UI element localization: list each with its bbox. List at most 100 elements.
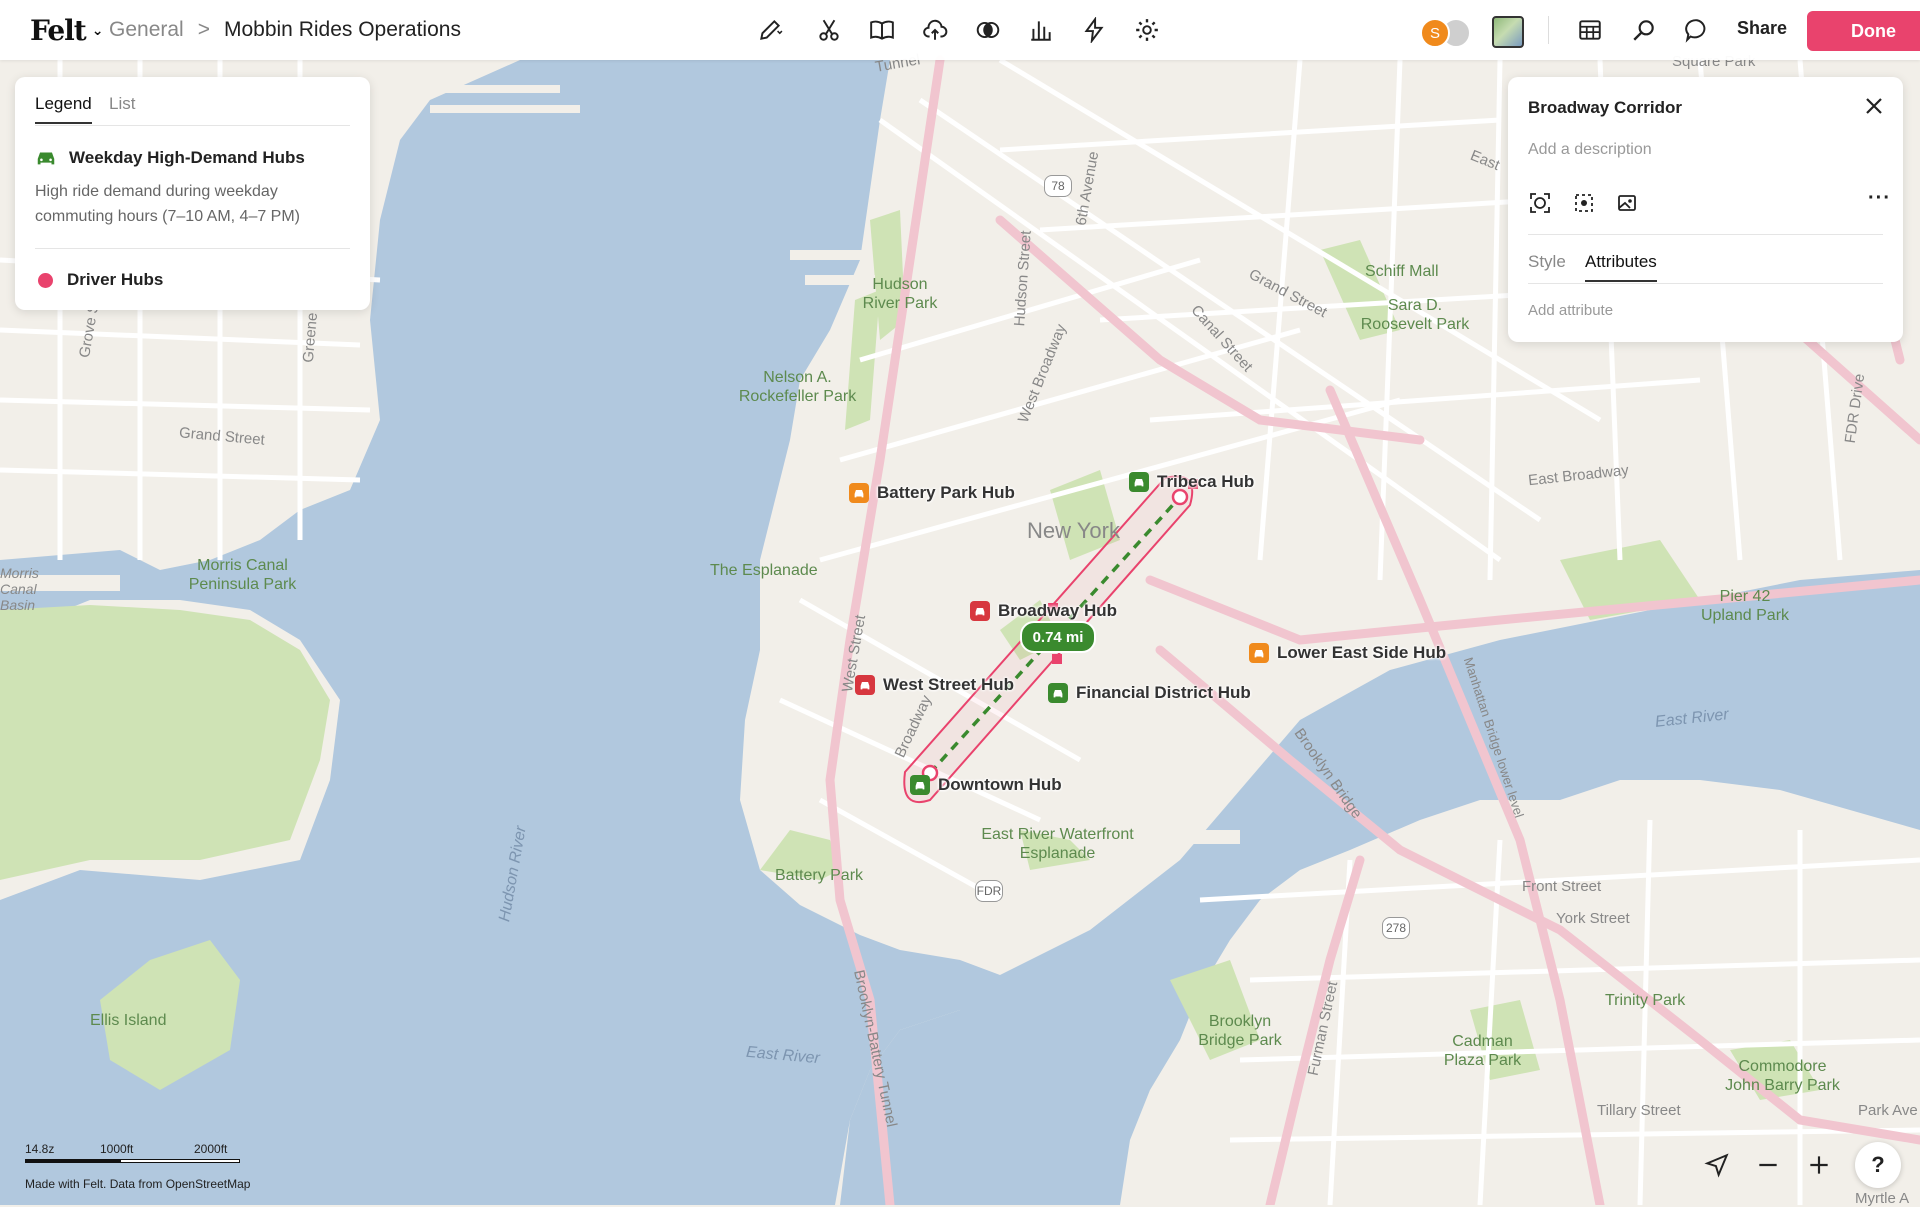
cloud-upload-icon: [923, 19, 948, 40]
hub-lower-east-side[interactable]: Lower East Side Hub: [1249, 643, 1446, 663]
scale-bar: [120, 1159, 240, 1163]
park-label: Trinity Park: [1605, 992, 1686, 1009]
park-label: Hudson River Park: [862, 276, 938, 312]
tab-list[interactable]: List: [109, 94, 135, 114]
element-detail-panel: Broadway Corridor Add a description ··· …: [1508, 77, 1903, 342]
park-label: Nelson A. Rockefeller Park: [738, 369, 857, 405]
more-icon[interactable]: ···: [1868, 187, 1891, 210]
legend-layer-description: High ride demand during weekday commutin…: [35, 183, 301, 225]
hub-label: Broadway Hub: [998, 601, 1118, 620]
pen-tool-button[interactable]: [748, 14, 792, 46]
park-label: The Esplanade: [710, 562, 818, 579]
locate-button[interactable]: [1697, 1145, 1737, 1185]
car-icon: [35, 147, 57, 169]
car-icon: [1048, 683, 1068, 703]
legend-layer-driver-hubs[interactable]: Driver Hubs: [35, 270, 163, 290]
breadcrumb: General > Mobbin Rides Operations: [109, 18, 461, 42]
tab-divider: [35, 125, 350, 126]
search-icon: [1633, 20, 1654, 41]
car-icon: [910, 775, 930, 795]
legend-panel: Legend List Weekday High-Demand Hubs Hig…: [15, 77, 370, 310]
legend-layer-title: Weekday High-Demand Hubs: [69, 148, 305, 167]
legend-layer-high-demand[interactable]: Weekday High-Demand Hubs High ride deman…: [35, 147, 355, 229]
zoom-to-icon[interactable]: [1528, 191, 1552, 215]
logo-text: Felt: [30, 14, 87, 47]
tab-style[interactable]: Style: [1528, 252, 1566, 272]
attribution[interactable]: Made with Felt. Data from OpenStreetMap: [25, 1177, 250, 1191]
highway-shield: FDR: [975, 880, 1003, 902]
tab-legend[interactable]: Legend: [35, 94, 92, 124]
comment-icon: [1685, 19, 1706, 43]
city-label: New York: [1027, 518, 1120, 543]
chart-button[interactable]: [1025, 14, 1057, 46]
park-label: Pier 42 Upland Park: [1700, 588, 1790, 624]
hub-label: Lower East Side Hub: [1277, 643, 1447, 662]
park-label: Sara D. Roosevelt Park: [1360, 297, 1470, 333]
hub-label: Downtown Hub: [938, 775, 1062, 794]
hub-broadway[interactable]: Broadway Hub: [970, 601, 1117, 621]
compare-button[interactable]: [972, 14, 1004, 46]
bar-chart-icon: [1031, 21, 1051, 41]
share-button[interactable]: Share: [1737, 18, 1787, 39]
measure-label: 0.74 mi: [1020, 621, 1096, 653]
street-label: York Street: [1556, 910, 1630, 927]
breadcrumb-parent[interactable]: General: [109, 18, 184, 42]
hub-label: Financial District Hub: [1076, 683, 1251, 702]
scale-bar: [25, 1159, 120, 1163]
zoom-level: 14.8z: [25, 1142, 55, 1156]
image-icon[interactable]: [1615, 191, 1639, 215]
plus-icon: [1810, 1156, 1828, 1174]
zoom-out-button[interactable]: [1748, 1145, 1788, 1185]
zoom-in-button[interactable]: [1799, 1145, 1839, 1185]
street-label: Tillary Street: [1597, 1102, 1681, 1119]
tab-attributes[interactable]: Attributes: [1585, 252, 1657, 282]
park-label: Battery Park: [775, 867, 864, 884]
library-button[interactable]: [866, 14, 898, 46]
hub-label: Battery Park Hub: [877, 483, 1015, 502]
scale-label-1: 1000ft: [100, 1142, 134, 1156]
minus-icon: [1759, 1163, 1777, 1167]
park-label: Brooklyn Bridge Park: [1198, 1013, 1282, 1049]
legend-divider: [35, 248, 350, 249]
corridor-endpoint[interactable]: [1171, 488, 1189, 506]
search-button[interactable]: [1628, 14, 1660, 46]
toolbar: [748, 14, 1163, 46]
highway-shield: 78: [1044, 175, 1072, 197]
chevron-down-icon[interactable]: ⌄: [92, 23, 104, 39]
car-icon: [849, 483, 869, 503]
map-title[interactable]: Mobbin Rides Operations: [224, 18, 461, 42]
select-area-icon[interactable]: [1572, 191, 1596, 215]
actions-button[interactable]: [1078, 14, 1110, 46]
add-attribute-button[interactable]: Add attribute: [1528, 302, 1613, 319]
basemap-thumbnail[interactable]: [1492, 16, 1524, 48]
scissors-button[interactable]: [813, 14, 845, 46]
hub-financial-district[interactable]: Financial District Hub: [1048, 683, 1251, 703]
upload-button[interactable]: [919, 14, 951, 46]
description-input[interactable]: Add a description: [1528, 141, 1652, 159]
legend-layer-title: Driver Hubs: [67, 270, 164, 289]
hub-west-street[interactable]: West Street Hub: [855, 675, 1014, 695]
top-bar: Felt ⌄ General > Mobbin Rides Operations: [0, 0, 1920, 60]
hub-tribeca[interactable]: Tribeca Hub: [1129, 472, 1254, 492]
element-title[interactable]: Broadway Corridor: [1528, 98, 1682, 118]
lightning-icon: [1084, 17, 1104, 43]
park-label: Ellis Island: [90, 1012, 167, 1029]
settings-button[interactable]: [1131, 14, 1163, 46]
corridor-handle[interactable]: [1052, 654, 1062, 664]
navigation-icon: [1704, 1153, 1729, 1178]
hub-battery-park[interactable]: Battery Park Hub: [849, 483, 1015, 503]
car-icon: [1129, 472, 1149, 492]
done-button[interactable]: Done: [1807, 11, 1920, 51]
table-button[interactable]: [1574, 14, 1606, 46]
divider: [1548, 16, 1549, 44]
comments-button[interactable]: [1681, 14, 1713, 46]
close-icon[interactable]: [1862, 94, 1886, 118]
avatar[interactable]: S: [1420, 18, 1450, 48]
felt-logo[interactable]: Felt ⌄: [30, 14, 104, 47]
book-icon: [870, 20, 894, 40]
help-button[interactable]: ?: [1855, 1142, 1901, 1188]
scale-label-2: 2000ft: [194, 1142, 228, 1156]
park-label: Schiff Mall: [1365, 263, 1439, 280]
hub-downtown[interactable]: Downtown Hub: [910, 775, 1062, 795]
park-label: Commodore John Barry Park: [1725, 1058, 1840, 1094]
